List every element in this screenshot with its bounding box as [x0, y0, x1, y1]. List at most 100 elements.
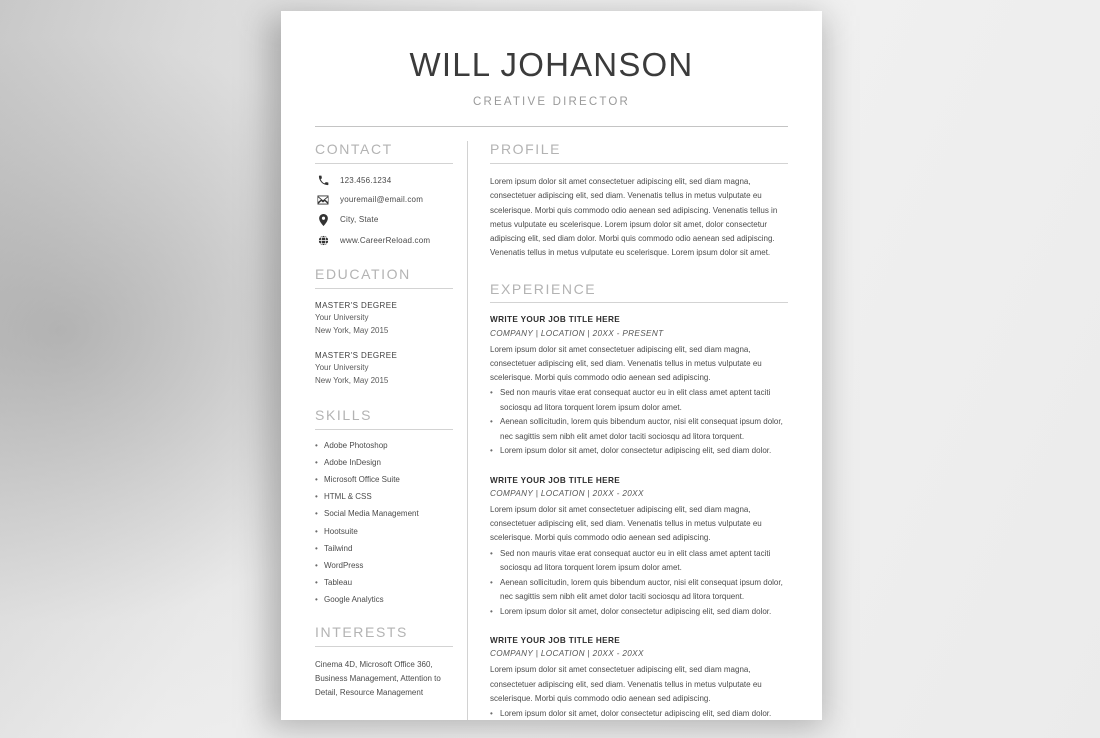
education-location: New York, May 2015	[315, 375, 389, 385]
experience-entry: WRITE YOUR JOB TITLE HERE COMPANY | LOCA…	[490, 475, 788, 619]
list-item: • Adobe InDesign	[315, 458, 453, 468]
education-location: New York, May 2015	[315, 325, 389, 335]
experience-entry: WRITE YOUR JOB TITLE HERE COMPANY | LOCA…	[490, 635, 788, 720]
sidebar-column: CONTACT 123.456.1234 youremail@email.com	[315, 141, 467, 720]
header-subtitle: CREATIVE DIRECTOR	[472, 96, 631, 109]
job-description: Lorem ipsum dolor sit amet consectetuer …	[490, 665, 762, 703]
section-heading-interests: INTERESTS	[315, 624, 408, 641]
section-skills: SKILLS • Adobe Photoshop • Adobe InDesig…	[315, 407, 453, 604]
bullet-icon: •	[490, 388, 493, 398]
list-item: • Lorem ipsum dolor sit amet, dolor cons…	[490, 707, 788, 720]
list-item: • Sed non mauris vitae erat consequat au…	[490, 386, 788, 414]
bullet-icon: •	[315, 441, 318, 451]
bullet-icon: •	[315, 594, 318, 604]
job-meta: COMPANY | LOCATION | 20XX - PRESENT	[490, 328, 664, 338]
education-degree: MASTER'S DEGREE	[315, 300, 398, 310]
resume-page: WILL JOHANSON CREATIVE DIRECTOR CONTACT …	[281, 11, 822, 720]
bullet-icon: •	[315, 543, 318, 553]
list-item: • Sed non mauris vitae erat consequat au…	[490, 547, 788, 575]
map-pin-icon	[315, 214, 331, 227]
bullet-icon: •	[490, 606, 493, 616]
job-title: WRITE YOUR JOB TITLE HERE	[490, 475, 621, 485]
job-bullet-text: Lorem ipsum dolor sit amet, dolor consec…	[500, 606, 772, 616]
section-interests: INTERESTS Cinema 4D, Microsoft Office 36…	[315, 624, 453, 700]
list-item: • Adobe Photoshop	[315, 441, 453, 451]
bullet-icon: •	[490, 548, 493, 558]
education-school: Your University	[315, 313, 369, 323]
skill-label: Tableau	[324, 577, 353, 587]
list-item: • Lorem ipsum dolor sit amet, dolor cons…	[490, 444, 788, 458]
globe-icon	[315, 235, 331, 246]
bullet-icon: •	[315, 475, 318, 485]
contact-item-location[interactable]: City, State	[315, 214, 453, 227]
list-item: • Lorem ipsum dolor sit amet, dolor cons…	[490, 605, 788, 619]
job-bullet-text: Sed non mauris vitae erat consequat auct…	[500, 388, 771, 412]
contact-location-text: City, State	[340, 215, 379, 225]
education-degree: MASTER'S DEGREE	[315, 351, 398, 361]
job-bullet-list: • Lorem ipsum dolor sit amet, dolor cons…	[490, 707, 788, 720]
contact-item-phone[interactable]: 123.456.1234	[315, 175, 453, 186]
job-description: Lorem ipsum dolor sit amet consectetuer …	[490, 344, 762, 383]
page-title: WILL JOHANSON	[409, 46, 694, 83]
list-item: • Aenean sollicitudin, lorem quis bibend…	[490, 576, 788, 604]
list-item: • WordPress	[315, 561, 453, 571]
section-rule-interests	[315, 646, 453, 648]
section-rule-profile	[490, 163, 788, 165]
contact-website-text: www.CareerReload.com	[340, 235, 431, 245]
header-divider	[315, 126, 788, 128]
list-item: • Tailwind	[315, 544, 453, 554]
job-bullet-text: Lorem ipsum dolor sit amet, dolor consec…	[500, 709, 772, 719]
skill-label: Microsoft Office Suite	[324, 475, 400, 485]
screenshot-canvas: WILL JOHANSON CREATIVE DIRECTOR CONTACT …	[0, 0, 1100, 738]
resume-body: CONTACT 123.456.1234 youremail@email.com	[315, 141, 788, 720]
main-column: PROFILE Lorem ipsum dolor sit amet conse…	[468, 141, 788, 720]
job-meta: COMPANY | LOCATION | 20XX - 20XX	[490, 488, 644, 498]
skill-label: Google Analytics	[324, 594, 384, 604]
section-rule-education	[315, 287, 453, 289]
contact-item-email[interactable]: youremail@email.com	[315, 195, 453, 205]
section-experience: EXPERIENCE WRITE YOUR JOB TITLE HERE COM…	[490, 281, 788, 721]
contact-item-website[interactable]: www.CareerReload.com	[315, 235, 453, 246]
list-item: • Google Analytics	[315, 595, 453, 605]
job-meta: COMPANY | LOCATION | 20XX - 20XX	[490, 649, 644, 659]
experience-entry: WRITE YOUR JOB TITLE HERE COMPANY | LOCA…	[490, 314, 788, 458]
list-item: • Social Media Management	[315, 509, 453, 519]
section-rule-contact	[315, 163, 453, 165]
section-education: EDUCATION MASTER'S DEGREE Your Universit…	[315, 266, 453, 387]
job-title: WRITE YOUR JOB TITLE HERE	[490, 635, 621, 645]
section-heading-contact: CONTACT	[315, 141, 393, 158]
skill-label: WordPress	[324, 560, 364, 570]
education-school: Your University	[315, 363, 369, 373]
bullet-icon: •	[315, 492, 318, 502]
job-bullet-text: Aenean sollicitudin, lorem quis bibendum…	[500, 417, 783, 441]
education-item: MASTER'S DEGREE Your University New York…	[315, 350, 453, 387]
job-bullet-text: Sed non mauris vitae erat consequat auct…	[500, 548, 771, 572]
profile-text: Lorem ipsum dolor sit amet consectetuer …	[490, 177, 778, 258]
skill-label: Tailwind	[324, 543, 353, 553]
job-bullet-list: • Sed non mauris vitae erat consequat au…	[490, 547, 788, 619]
bullet-icon: •	[490, 577, 493, 587]
bullet-icon: •	[490, 417, 493, 427]
bullet-icon: •	[315, 577, 318, 587]
section-profile: PROFILE Lorem ipsum dolor sit amet conse…	[490, 141, 788, 260]
bullet-icon: •	[315, 560, 318, 570]
section-heading-experience: EXPERIENCE	[490, 280, 597, 297]
skill-label: Adobe Photoshop	[324, 441, 388, 451]
job-bullet-text: Aenean sollicitudin, lorem quis bibendum…	[500, 577, 783, 601]
bullet-icon: •	[315, 509, 318, 519]
job-description: Lorem ipsum dolor sit amet consectetuer …	[490, 505, 762, 543]
education-item: MASTER'S DEGREE Your University New York…	[315, 300, 453, 337]
section-heading-profile: PROFILE	[490, 141, 562, 158]
section-rule-skills	[315, 429, 453, 431]
section-rule-experience	[490, 302, 788, 304]
bullet-icon: •	[315, 458, 318, 468]
resume-header: WILL JOHANSON CREATIVE DIRECTOR	[315, 46, 788, 128]
interests-text: Cinema 4D, Microsoft Office 360, Busines…	[315, 660, 441, 698]
skill-label: HTML & CSS	[324, 492, 372, 502]
list-item: • Aenean sollicitudin, lorem quis bibend…	[490, 415, 788, 443]
list-item: • HTML & CSS	[315, 492, 453, 502]
contact-email-text: youremail@email.com	[340, 195, 424, 205]
skill-label: Social Media Management	[324, 509, 419, 519]
phone-icon	[315, 175, 331, 186]
skill-label: Adobe InDesign	[324, 458, 381, 468]
